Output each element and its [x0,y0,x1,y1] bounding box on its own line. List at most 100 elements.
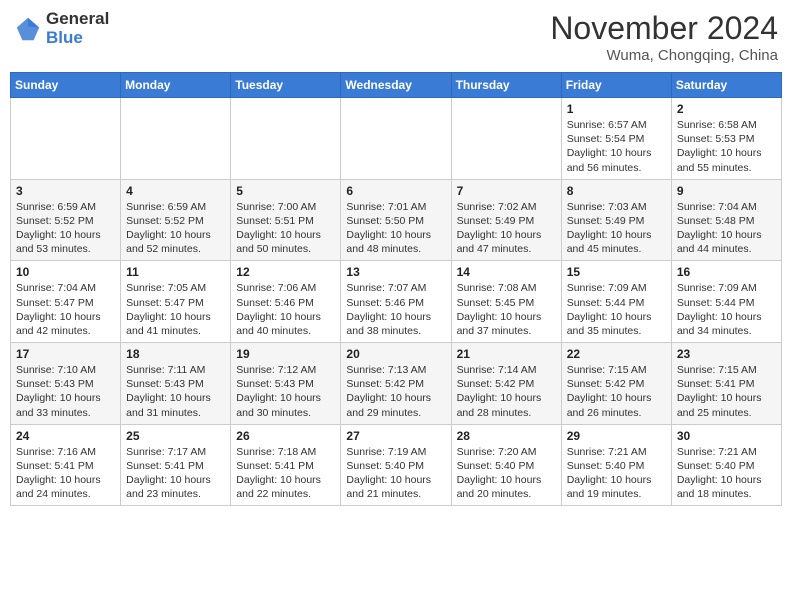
day-number: 24 [16,429,115,443]
logo: General Blue [14,10,109,47]
calendar-cell: 29 Sunrise: 7:21 AMSunset: 5:40 PMDayligh… [561,424,671,506]
weekday-header-thursday: Thursday [451,73,561,98]
calendar-cell: 4Sunrise: 6:59 AMSunset: 5:52 PMDaylight… [121,179,231,261]
day-info: Sunrise: 7:08 AMSunset: 5:45 PMDaylight:… [457,281,556,338]
day-info: Sunrise: 7:00 AMSunset: 5:51 PMDaylight:… [236,200,335,257]
calendar-table: SundayMondayTuesdayWednesdayThursdayFrid… [10,72,782,506]
day-info: Sunrise: 7:18 AMSunset: 5:41 PMDaylight:… [236,445,335,502]
calendar-cell: 28 Sunrise: 7:20 AMSunset: 5:40 PMDayligh… [451,424,561,506]
day-number: 30 [677,429,776,443]
day-info: Sunrise: 7:15 AMSunset: 5:41 PMDaylight:… [677,363,776,420]
calendar-cell: 15Sunrise: 7:09 AMSunset: 5:44 PMDayligh… [561,261,671,343]
day-info: Sunrise: 7:16 AMSunset: 5:41 PMDaylight:… [16,445,115,502]
calendar-cell: 19Sunrise: 7:12 AMSunset: 5:43 PMDayligh… [231,343,341,425]
weekday-header-row: SundayMondayTuesdayWednesdayThursdayFrid… [11,73,782,98]
calendar-cell: 27 Sunrise: 7:19 AMSunset: 5:40 PMDayligh… [341,424,451,506]
day-info: Sunrise: 7:15 AMSunset: 5:42 PMDaylight:… [567,363,666,420]
calendar-cell: 1 Sunrise: 6:57 AMSunset: 5:54 PMDaylight… [561,98,671,180]
day-info: Sunrise: 7:03 AMSunset: 5:49 PMDaylight:… [567,200,666,257]
calendar-cell: 2 Sunrise: 6:58 AMSunset: 5:53 PMDaylight… [671,98,781,180]
day-info: Sunrise: 7:01 AMSunset: 5:50 PMDaylight:… [346,200,445,257]
calendar-cell: 5Sunrise: 7:00 AMSunset: 5:51 PMDaylight… [231,179,341,261]
calendar-cell: 16 Sunrise: 7:09 AMSunset: 5:44 PMDayligh… [671,261,781,343]
day-number: 22 [567,347,666,361]
calendar-cell: 8 Sunrise: 7:03 AMSunset: 5:49 PMDaylight… [561,179,671,261]
calendar-cell: 30Sunrise: 7:21 AMSunset: 5:40 PMDayligh… [671,424,781,506]
calendar-cell: 9 Sunrise: 7:04 AMSunset: 5:48 PMDaylight… [671,179,781,261]
calendar-cell [341,98,451,180]
calendar-body: 1 Sunrise: 6:57 AMSunset: 5:54 PMDaylight… [11,98,782,506]
day-number: 6 [346,184,445,198]
day-number: 26 [236,429,335,443]
calendar-cell: 21Sunrise: 7:14 AMSunset: 5:42 PMDayligh… [451,343,561,425]
day-number: 20 [346,347,445,361]
day-number: 9 [677,184,776,198]
day-info: Sunrise: 7:19 AMSunset: 5:40 PMDaylight:… [346,445,445,502]
day-info: Sunrise: 7:05 AMSunset: 5:47 PMDaylight:… [126,281,225,338]
logo-general-text: General [46,10,109,29]
calendar-cell: 17 Sunrise: 7:10 AMSunset: 5:43 PMDayligh… [11,343,121,425]
calendar-cell: 14 Sunrise: 7:08 AMSunset: 5:45 PMDayligh… [451,261,561,343]
logo-text: General Blue [46,10,109,47]
month-year-title: November 2024 [550,10,778,47]
calendar-cell: 24 Sunrise: 7:16 AMSunset: 5:41 PMDayligh… [11,424,121,506]
day-number: 2 [677,102,776,116]
calendar-cell: 22 Sunrise: 7:15 AMSunset: 5:42 PMDayligh… [561,343,671,425]
calendar-week-4: 24 Sunrise: 7:16 AMSunset: 5:41 PMDayligh… [11,424,782,506]
day-info: Sunrise: 7:21 AMSunset: 5:40 PMDaylight:… [567,445,666,502]
day-number: 14 [457,265,556,279]
day-info: Sunrise: 6:58 AMSunset: 5:53 PMDaylight:… [677,118,776,175]
calendar-cell [451,98,561,180]
calendar-cell [11,98,121,180]
page-header: General Blue November 2024 Wuma, Chongqi… [10,10,782,64]
day-number: 8 [567,184,666,198]
logo-icon [14,15,42,43]
calendar-cell: 7Sunrise: 7:02 AMSunset: 5:49 PMDaylight… [451,179,561,261]
day-number: 1 [567,102,666,116]
day-number: 21 [457,347,556,361]
calendar-cell: 20 Sunrise: 7:13 AMSunset: 5:42 PMDayligh… [341,343,451,425]
calendar-cell: 18 Sunrise: 7:11 AMSunset: 5:43 PMDayligh… [121,343,231,425]
calendar-cell: 6 Sunrise: 7:01 AMSunset: 5:50 PMDaylight… [341,179,451,261]
day-number: 18 [126,347,225,361]
day-info: Sunrise: 7:09 AMSunset: 5:44 PMDaylight:… [677,281,776,338]
calendar-cell: 3Sunrise: 6:59 AMSunset: 5:52 PMDaylight… [11,179,121,261]
day-info: Sunrise: 7:12 AMSunset: 5:43 PMDaylight:… [236,363,335,420]
day-number: 27 [346,429,445,443]
location-subtitle: Wuma, Chongqing, China [550,47,778,64]
day-info: Sunrise: 7:13 AMSunset: 5:42 PMDaylight:… [346,363,445,420]
title-block: November 2024 Wuma, Chongqing, China [550,10,778,64]
day-number: 4 [126,184,225,198]
day-number: 11 [126,265,225,279]
day-info: Sunrise: 7:20 AMSunset: 5:40 PMDaylight:… [457,445,556,502]
calendar-cell [231,98,341,180]
day-number: 28 [457,429,556,443]
day-info: Sunrise: 7:11 AMSunset: 5:43 PMDaylight:… [126,363,225,420]
calendar-cell: 12Sunrise: 7:06 AMSunset: 5:46 PMDayligh… [231,261,341,343]
day-number: 17 [16,347,115,361]
weekday-header-friday: Friday [561,73,671,98]
day-info: Sunrise: 7:02 AMSunset: 5:49 PMDaylight:… [457,200,556,257]
day-info: Sunrise: 7:04 AMSunset: 5:48 PMDaylight:… [677,200,776,257]
day-number: 16 [677,265,776,279]
calendar-cell: 10Sunrise: 7:04 AMSunset: 5:47 PMDayligh… [11,261,121,343]
day-number: 3 [16,184,115,198]
calendar-week-3: 17 Sunrise: 7:10 AMSunset: 5:43 PMDayligh… [11,343,782,425]
calendar-cell [121,98,231,180]
calendar-header: SundayMondayTuesdayWednesdayThursdayFrid… [11,73,782,98]
day-number: 12 [236,265,335,279]
weekday-header-saturday: Saturday [671,73,781,98]
weekday-header-sunday: Sunday [11,73,121,98]
calendar-week-2: 10Sunrise: 7:04 AMSunset: 5:47 PMDayligh… [11,261,782,343]
calendar-week-0: 1 Sunrise: 6:57 AMSunset: 5:54 PMDaylight… [11,98,782,180]
day-info: Sunrise: 7:10 AMSunset: 5:43 PMDaylight:… [16,363,115,420]
day-number: 29 [567,429,666,443]
calendar-cell: 25 Sunrise: 7:17 AMSunset: 5:41 PMDayligh… [121,424,231,506]
day-number: 25 [126,429,225,443]
day-number: 23 [677,347,776,361]
calendar-week-1: 3Sunrise: 6:59 AMSunset: 5:52 PMDaylight… [11,179,782,261]
day-number: 13 [346,265,445,279]
weekday-header-monday: Monday [121,73,231,98]
day-info: Sunrise: 6:57 AMSunset: 5:54 PMDaylight:… [567,118,666,175]
day-info: Sunrise: 7:17 AMSunset: 5:41 PMDaylight:… [126,445,225,502]
